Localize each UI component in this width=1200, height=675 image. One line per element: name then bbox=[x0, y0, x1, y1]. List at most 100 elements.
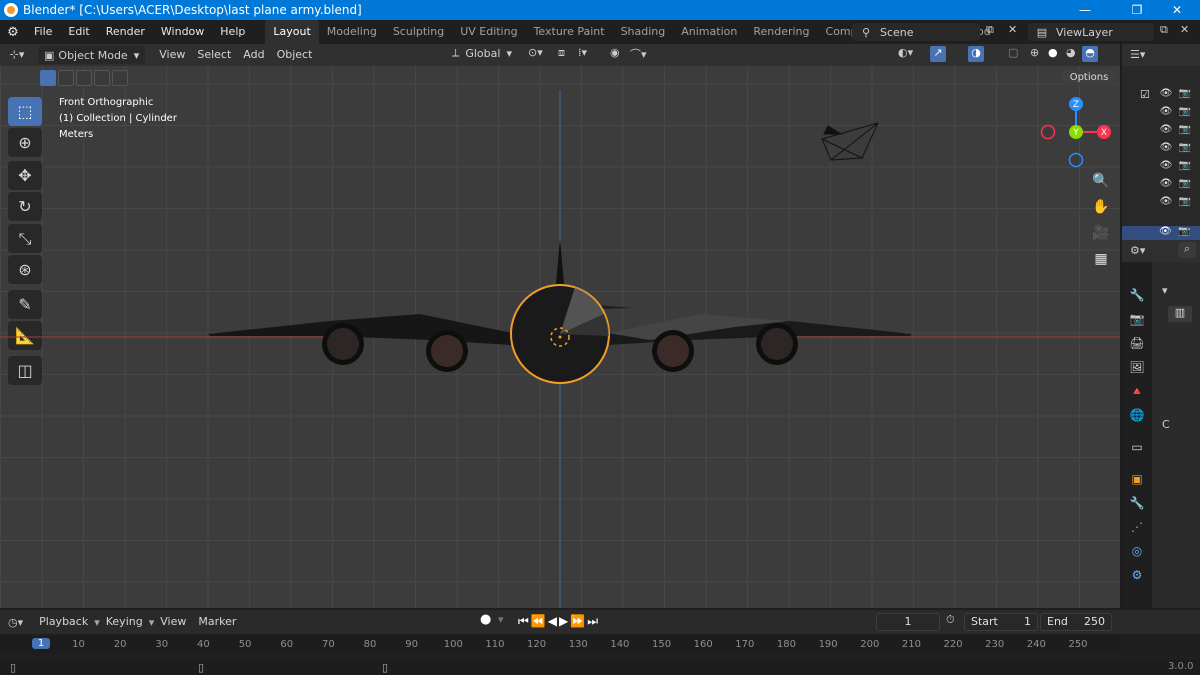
modifier-tab-icon[interactable]: 🔧 bbox=[1128, 494, 1146, 512]
eye-icon[interactable]: 👁 bbox=[1159, 124, 1173, 136]
menu-keying[interactable]: Keying bbox=[100, 611, 149, 633]
delete-view-layer-icon[interactable]: ✕ bbox=[1180, 23, 1189, 36]
particles-tab-icon[interactable]: ⋰ bbox=[1128, 518, 1146, 536]
menu-help[interactable]: Help bbox=[212, 20, 253, 44]
eye-icon[interactable]: 👁 bbox=[1159, 106, 1173, 118]
minimize-button[interactable]: — bbox=[1062, 0, 1108, 20]
start-frame-field[interactable]: Start 1 bbox=[964, 613, 1038, 631]
menu-view[interactable]: View bbox=[154, 611, 192, 633]
eye-icon[interactable]: 👁 bbox=[1159, 226, 1172, 237]
camera-icon[interactable]: 📷 bbox=[1178, 178, 1192, 190]
ruler-tick-label: 1 bbox=[32, 638, 50, 649]
ruler-tick-label: 20 bbox=[113, 639, 127, 650]
eye-icon[interactable]: 👁 bbox=[1159, 160, 1173, 172]
stopwatch-icon[interactable]: ⏱ bbox=[946, 613, 955, 627]
editor-type-icon[interactable]: ◷▾ bbox=[8, 616, 23, 629]
ruler-tick-label: 80 bbox=[363, 639, 377, 650]
zoom-icon[interactable]: 🔍 bbox=[1090, 170, 1112, 192]
ruler-tick-label: 30 bbox=[155, 639, 169, 650]
delete-scene-icon[interactable]: ✕ bbox=[1008, 23, 1017, 36]
eye-icon[interactable]: 👁 bbox=[1159, 88, 1173, 100]
ruler-tick-label: 130 bbox=[568, 639, 588, 650]
view-layer-tab-icon[interactable]: 🖼 bbox=[1128, 358, 1146, 376]
record-icon[interactable]: ● bbox=[480, 612, 491, 627]
ortho-grid-icon[interactable]: ▦ bbox=[1090, 248, 1112, 270]
render-tab-icon[interactable]: 📷 bbox=[1128, 310, 1146, 328]
chevron-down-icon[interactable]: ▾ bbox=[1162, 284, 1168, 297]
camera-icon[interactable]: 📷 bbox=[1178, 106, 1192, 118]
3d-viewport[interactable]: ⊹▾ ▣ Object Mode ▾ View Select Add Objec… bbox=[0, 44, 1120, 608]
tab-layout[interactable]: Layout bbox=[265, 20, 319, 44]
object-tab-icon[interactable]: ▣ bbox=[1128, 470, 1146, 488]
menu-window[interactable]: Window bbox=[153, 20, 212, 44]
tab-uv-editing[interactable]: UV Editing bbox=[452, 20, 525, 44]
menu-file[interactable]: File bbox=[26, 20, 60, 44]
close-button[interactable]: ✕ bbox=[1154, 0, 1200, 20]
current-frame-field[interactable]: 1 bbox=[876, 613, 940, 631]
tab-shading[interactable]: Shading bbox=[613, 20, 674, 44]
scene-selector[interactable]: ⚲ Scene bbox=[852, 23, 980, 41]
ruler-tick-label: 40 bbox=[197, 639, 210, 650]
editor-type-icon[interactable]: ☰▾ bbox=[1130, 48, 1145, 61]
camera-icon[interactable]: 📷 bbox=[1178, 142, 1192, 154]
camera-icon[interactable]: 📷 bbox=[1178, 160, 1192, 172]
ruler-tick-label: 140 bbox=[610, 639, 630, 650]
frame-ruler[interactable]: 1 10 20 30 40 50 60 70 80 90 100 110 120 130 140 150 160… bbox=[0, 636, 1120, 654]
constraints-tab-icon[interactable]: ⚙ bbox=[1128, 566, 1146, 584]
scene-tab-icon[interactable]: 🔺 bbox=[1128, 382, 1146, 400]
properties-panel[interactable]: ⚙▾ ⌕ 🔧 📷 🖨 🖼 🔺 🌐 ▭ ▣ 🔧 ⋰ ◎ ⚙ C ▾ ▥ bbox=[1122, 240, 1200, 608]
playback-controls: ⏮ ⏪ ◀ ▶ ⏩ ⏭ bbox=[518, 610, 598, 632]
editor-type-icon[interactable]: ⚙▾ bbox=[1130, 244, 1145, 257]
view-layer-selector[interactable]: ▤ ViewLayer bbox=[1028, 23, 1154, 41]
jump-keyframe-forward-icon[interactable]: ⏩ bbox=[570, 610, 585, 632]
jump-keyframe-back-icon[interactable]: ⏪ bbox=[531, 610, 546, 632]
tab-rendering[interactable]: Rendering bbox=[745, 20, 817, 44]
eye-icon[interactable]: 👁 bbox=[1159, 142, 1173, 154]
world-tab-icon[interactable]: 🌐 bbox=[1128, 406, 1146, 424]
mouse-middle-icon: ▯ bbox=[198, 661, 205, 674]
ruler-tick-label: 250 bbox=[1068, 639, 1088, 650]
play-icon[interactable]: ▶ bbox=[559, 610, 568, 632]
tab-modeling[interactable]: Modeling bbox=[319, 20, 385, 44]
camera-icon[interactable]: 📷 bbox=[1178, 88, 1192, 100]
camera-icon[interactable]: 📷 bbox=[1178, 124, 1192, 136]
menu-edit[interactable]: Edit bbox=[60, 20, 97, 44]
end-label: End bbox=[1047, 615, 1068, 628]
jump-end-icon[interactable]: ⏭ bbox=[587, 610, 598, 632]
window-titlebar: Blender* [C:\Users\ACER\Desktop\last pla… bbox=[0, 0, 1200, 20]
camera-view-icon[interactable]: 🎥 bbox=[1090, 222, 1112, 244]
navigation-gizmo[interactable]: Z X Y bbox=[1036, 96, 1116, 172]
blender-logo-icon bbox=[4, 3, 18, 17]
search-icon[interactable]: ⌕ bbox=[1178, 242, 1196, 258]
outliner-row-selected[interactable]: 👁 📷 bbox=[1122, 226, 1200, 240]
ruler-tick-label: 150 bbox=[651, 639, 672, 650]
chevron-down-icon[interactable]: ▾ bbox=[498, 613, 504, 626]
menu-render[interactable]: Render bbox=[98, 20, 153, 44]
eye-icon[interactable]: 👁 bbox=[1159, 196, 1173, 208]
output-tab-icon[interactable]: 🖨 bbox=[1128, 334, 1146, 352]
engine-1 bbox=[322, 323, 364, 365]
tab-sculpting[interactable]: Sculpting bbox=[385, 20, 452, 44]
pan-hand-icon[interactable]: ✋ bbox=[1090, 196, 1112, 218]
brush-preview-icon[interactable]: ▥ bbox=[1168, 306, 1192, 322]
end-frame-field[interactable]: End 250 bbox=[1040, 613, 1112, 631]
new-view-layer-icon[interactable]: ⧉ bbox=[1160, 23, 1168, 37]
blender-menu-icon[interactable]: ⚙ bbox=[0, 25, 26, 40]
eye-icon[interactable]: 👁 bbox=[1159, 178, 1173, 190]
menu-playback[interactable]: Playback bbox=[33, 611, 94, 633]
collection-tab-icon[interactable]: ▭ bbox=[1128, 438, 1146, 456]
new-scene-icon[interactable]: ⧉ bbox=[986, 23, 994, 37]
outliner-panel[interactable]: ☰▾ ☑ 👁 📷 👁 📷 👁 📷 👁 📷 👁 📷 👁 📷 👁 📷 👁 📷 bbox=[1122, 44, 1200, 240]
tool-tab-icon[interactable]: 🔧 bbox=[1128, 286, 1146, 304]
tab-texture-paint[interactable]: Texture Paint bbox=[526, 20, 613, 44]
camera-icon[interactable]: 📷 bbox=[1178, 196, 1192, 208]
ruler-tick-label: 160 bbox=[693, 639, 713, 650]
play-reverse-icon[interactable]: ◀ bbox=[548, 610, 557, 632]
physics-tab-icon[interactable]: ◎ bbox=[1128, 542, 1146, 560]
tab-animation[interactable]: Animation bbox=[673, 20, 745, 44]
scene-icon: ⚲ bbox=[861, 25, 871, 39]
collection-checkbox[interactable]: ☑ bbox=[1140, 88, 1150, 101]
menu-marker[interactable]: Marker bbox=[192, 611, 242, 633]
jump-start-icon[interactable]: ⏮ bbox=[518, 610, 529, 632]
camera-icon[interactable]: 📷 bbox=[1178, 226, 1190, 237]
